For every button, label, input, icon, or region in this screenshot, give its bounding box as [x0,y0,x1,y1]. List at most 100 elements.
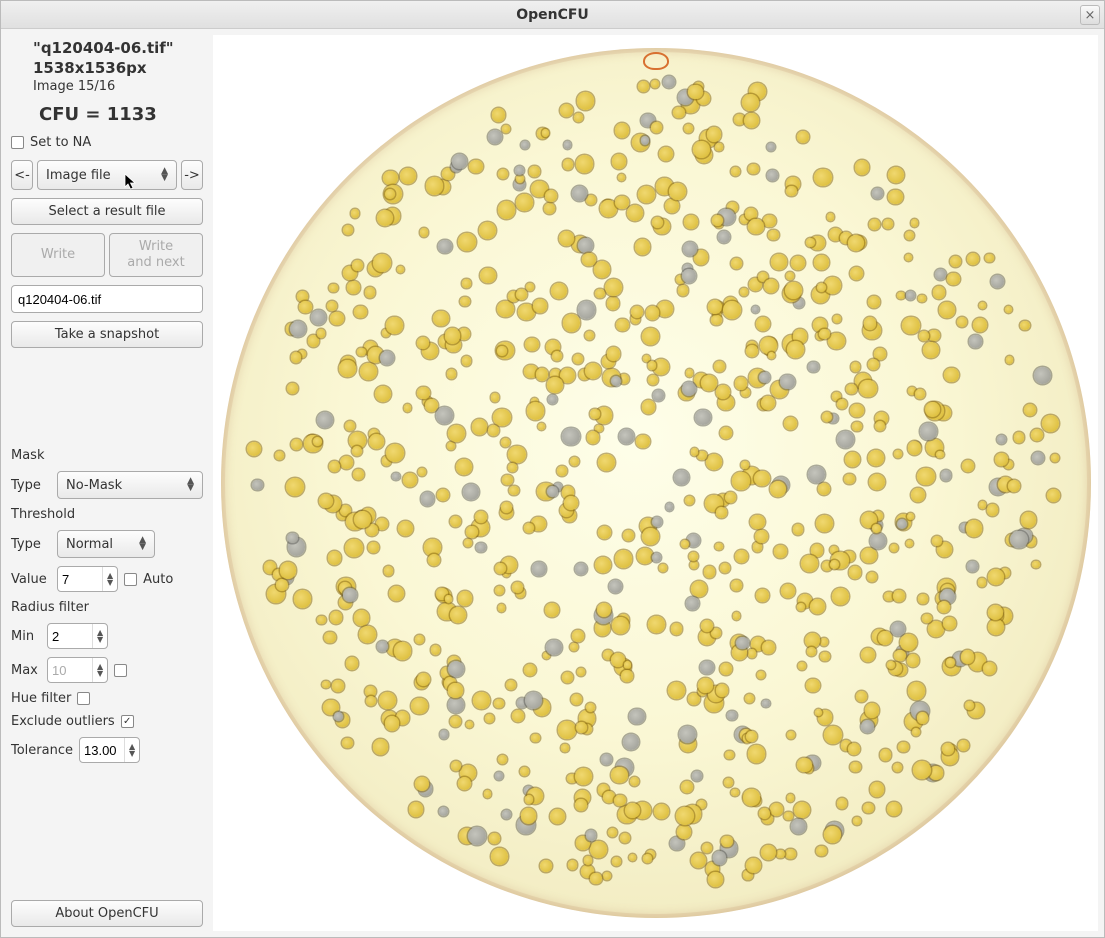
colony-marker [547,486,558,497]
spinner-arrows-icon[interactable]: ▲▼ [92,658,107,682]
hue-filter-checkbox[interactable] [77,692,90,705]
colony-marker [607,297,620,310]
colony-marker [616,319,629,332]
colony-marker [1031,429,1043,441]
mask-type-label: Type [11,478,51,493]
spinner-arrows-icon[interactable]: ▲▼ [102,567,117,591]
colony-marker [1020,321,1030,331]
exclude-outliers-checkbox[interactable] [121,715,134,728]
content-pane: "q120404-06.tif" 1538x1536px Image 15/16… [1,29,1104,937]
colony-marker [808,466,825,483]
colony-marker [332,680,344,692]
colony-marker [420,228,429,237]
colony-marker [911,488,925,502]
radius-max-label: Max [11,663,41,678]
colony-marker [375,386,391,402]
colony-marker [576,155,594,173]
colony-marker [417,387,430,400]
colony-marker [630,777,639,786]
colony-marker [426,177,444,195]
colony-marker [824,826,841,843]
colony-marker [900,634,917,651]
colony-marker [837,399,847,409]
colony-marker [575,563,587,575]
spinner-arrows-icon[interactable]: ▲▼ [92,624,107,648]
radius-max-checkbox[interactable] [114,664,127,677]
radius-min-spinner[interactable]: ▲▼ [47,623,108,649]
close-icon[interactable]: × [1080,5,1100,25]
mask-type-combo[interactable]: No-Mask ▲▼ [57,471,203,499]
colony-marker [491,393,500,402]
colony-marker [473,692,490,709]
colony-marker [524,664,537,677]
colony-marker [247,442,261,456]
colony-marker [603,872,611,880]
colony-marker [870,533,886,549]
colony-marker [757,671,765,679]
colony-marker [458,777,471,790]
colony-marker [550,809,565,824]
colony-marker [784,417,797,430]
chevron-updown-icon: ▲▼ [161,168,168,182]
prev-image-button[interactable]: <- [11,160,33,190]
colony-marker [748,649,756,657]
colony-marker [642,528,659,545]
colony-marker [651,80,659,88]
colony-marker [561,744,568,751]
snapshot-button[interactable]: Take a snapshot [11,321,203,348]
colony-marker [848,235,864,251]
colony-marker [497,301,513,317]
tolerance-spinner[interactable]: ▲▼ [79,737,140,763]
set-na-checkbox[interactable] [11,136,24,149]
threshold-type-combo[interactable]: Normal ▲▼ [57,530,155,558]
colony-marker [317,412,333,428]
colony-marker [585,331,594,340]
colony-marker [516,289,527,300]
colony-marker [928,621,944,637]
colony-marker [850,762,860,772]
colony-marker [287,383,298,394]
colony-marker [386,317,402,333]
filename-input[interactable] [11,285,203,313]
colony-marker [291,439,302,450]
next-image-button[interactable]: -> [181,160,203,190]
colony-marker [720,427,732,439]
write-and-next-button[interactable]: Write and next [109,233,203,277]
colony-marker [770,803,783,816]
threshold-value-label: Value [11,572,51,587]
image-source-combo[interactable]: Image file ▲▼ [37,160,177,190]
threshold-auto-checkbox[interactable] [124,573,137,586]
radius-max-spinner[interactable]: ▲▼ [47,657,108,683]
colony-marker [319,494,333,508]
colony-marker [353,469,364,480]
threshold-value-spinner[interactable]: ▲▼ [57,566,118,592]
colony-marker [756,589,769,602]
colony-marker [294,590,312,608]
colony-marker [997,435,1006,444]
about-button[interactable]: About OpenCFU [11,900,203,927]
colony-marker [786,272,794,280]
colony-marker [398,521,413,536]
colony-marker [354,610,370,626]
colony-marker [808,362,819,373]
spinner-arrows-icon[interactable]: ▲▼ [124,738,139,762]
colony-marker [448,661,464,677]
colony-marker [760,337,777,354]
colony-marker [1010,531,1027,548]
colony-marker [832,588,849,605]
select-result-file-button[interactable]: Select a result file [11,198,203,225]
image-viewport[interactable] [213,35,1098,931]
threshold-section-label: Threshold [11,507,203,522]
set-na-row[interactable]: Set to NA [11,135,203,150]
colony-marker [600,200,617,217]
write-button[interactable]: Write [11,233,105,277]
colony-marker [898,742,908,752]
colony-marker [476,543,485,552]
colony-marker [275,451,284,460]
colony-marker [701,375,717,391]
colony-marker [615,123,630,138]
colony-marker [669,183,687,201]
colony-marker [654,804,669,819]
colony-marker [849,566,861,578]
colony-marker [629,854,637,862]
